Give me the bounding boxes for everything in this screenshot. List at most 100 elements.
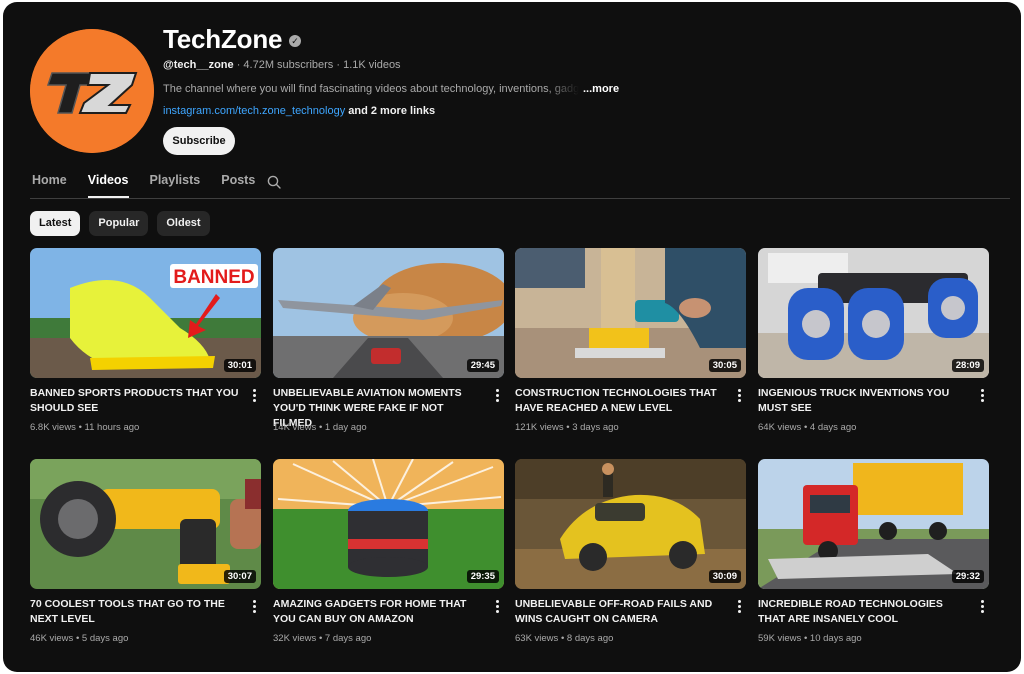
description-text: The channel where you will find fascinat… bbox=[163, 83, 579, 95]
stats-separator: • bbox=[316, 633, 325, 644]
stats-separator: • bbox=[801, 633, 810, 644]
tabs-divider bbox=[30, 198, 1010, 199]
more-vert-icon[interactable] bbox=[977, 599, 987, 613]
search-icon[interactable] bbox=[267, 175, 281, 189]
video-title[interactable]: 70 COOLEST TOOLS THAT GO TO THE NEXT LEV… bbox=[30, 597, 242, 627]
video-views: 121K views bbox=[515, 422, 564, 433]
video-views: 32K views bbox=[273, 633, 317, 644]
thumbnail-banned-text: BANNED bbox=[173, 267, 254, 288]
channel-links: instagram.com/tech.zone_technology and 2… bbox=[163, 105, 435, 117]
tab-videos[interactable]: Videos bbox=[87, 173, 129, 198]
video-duration: 29:35 bbox=[466, 570, 499, 583]
video-views: 14K views bbox=[273, 422, 317, 433]
more-link[interactable]: ...more bbox=[583, 83, 619, 95]
video-stats: 121K views • 3 days ago bbox=[515, 422, 619, 433]
channel-name: TechZone bbox=[163, 24, 283, 54]
subscribe-button[interactable]: Subscribe bbox=[163, 127, 235, 155]
chip-latest[interactable]: Latest bbox=[30, 211, 81, 236]
tab-posts[interactable]: Posts bbox=[221, 173, 255, 197]
video-thumbnail[interactable]: 30:09 bbox=[515, 459, 746, 589]
more-vert-icon[interactable] bbox=[492, 388, 502, 402]
video-duration: 30:01 bbox=[223, 359, 256, 372]
video-title[interactable]: UNBELIEVABLE OFF-ROAD FAILS AND WINS CAU… bbox=[515, 597, 727, 627]
video-card[interactable]: 29:32 INCREDIBLE ROAD TECHNOLOGIES THAT … bbox=[758, 459, 989, 654]
video-duration: 29:45 bbox=[466, 359, 499, 372]
video-duration: 29:32 bbox=[951, 570, 984, 583]
video-thumbnail[interactable]: 28:09 bbox=[758, 248, 989, 378]
video-views: 6.8K views bbox=[30, 422, 76, 433]
video-duration: 30:05 bbox=[708, 359, 741, 372]
stats-separator: • bbox=[316, 422, 325, 433]
more-vert-icon[interactable] bbox=[734, 388, 744, 402]
video-stats: 46K views • 5 days ago bbox=[30, 633, 128, 644]
more-vert-icon[interactable] bbox=[734, 599, 744, 613]
video-age: 5 days ago bbox=[81, 633, 129, 644]
video-views: 46K views bbox=[30, 633, 74, 644]
video-stats: 32K views • 7 days ago bbox=[273, 633, 371, 644]
video-thumbnail[interactable]: 29:35 bbox=[273, 459, 504, 589]
verified-icon: ✓ bbox=[289, 35, 301, 47]
video-thumbnail[interactable]: BANNED 30:01 bbox=[30, 248, 261, 378]
stats-separator: • bbox=[801, 422, 810, 433]
video-stats: 6.8K views • 11 hours ago bbox=[30, 422, 139, 433]
video-stats: 59K views • 10 days ago bbox=[758, 633, 862, 644]
video-thumbnail[interactable]: 30:07 bbox=[30, 459, 261, 589]
more-links-link[interactable]: and 2 more links bbox=[345, 105, 435, 117]
chip-oldest[interactable]: Oldest bbox=[157, 211, 210, 236]
stats-separator: • bbox=[563, 422, 573, 433]
video-age: 10 days ago bbox=[809, 633, 862, 644]
video-card[interactable]: 29:35 AMAZING GADGETS FOR HOME THAT YOU … bbox=[273, 459, 504, 654]
video-age: 4 days ago bbox=[809, 422, 857, 433]
more-vert-icon[interactable] bbox=[492, 599, 502, 613]
video-thumbnail[interactable]: 30:05 bbox=[515, 248, 746, 378]
instagram-link[interactable]: instagram.com/tech.zone_technology bbox=[163, 105, 345, 117]
video-age: 8 days ago bbox=[566, 633, 614, 644]
video-duration: 30:07 bbox=[223, 570, 256, 583]
channel-avatar[interactable] bbox=[30, 29, 154, 153]
stats-separator: • bbox=[558, 633, 567, 644]
video-age: 1 day ago bbox=[324, 422, 367, 433]
video-card[interactable]: 30:07 70 COOLEST TOOLS THAT GO TO THE NE… bbox=[30, 459, 261, 654]
subscriber-count: 4.72M subscribers bbox=[243, 59, 334, 71]
meta-separator: · bbox=[233, 59, 244, 71]
video-age: 3 days ago bbox=[572, 422, 619, 433]
stats-separator: • bbox=[73, 633, 82, 644]
youtube-channel-page: TechZone ✓ @tech__zone · 4.72M subscribe… bbox=[3, 2, 1021, 672]
stats-separator: • bbox=[75, 422, 85, 433]
video-card[interactable]: 30:09 UNBELIEVABLE OFF-ROAD FAILS AND WI… bbox=[515, 459, 746, 654]
video-title[interactable]: INGENIOUS TRUCK INVENTIONS YOU MUST SEE bbox=[758, 386, 970, 416]
video-age: 7 days ago bbox=[324, 633, 372, 644]
video-views: 59K views bbox=[758, 633, 802, 644]
tab-home[interactable]: Home bbox=[32, 173, 67, 197]
video-card[interactable]: 28:09 INGENIOUS TRUCK INVENTIONS YOU MUS… bbox=[758, 248, 989, 443]
video-count: 1.1K videos bbox=[343, 59, 401, 71]
more-vert-icon[interactable] bbox=[977, 388, 987, 402]
channel-handle: @tech__zone bbox=[163, 59, 234, 71]
meta-separator: · bbox=[333, 59, 344, 71]
video-title[interactable]: INCREDIBLE ROAD TECHNOLOGIES THAT ARE IN… bbox=[758, 597, 970, 627]
video-thumbnail[interactable]: 29:45 bbox=[273, 248, 504, 378]
tab-playlists[interactable]: Playlists bbox=[150, 173, 201, 197]
techzone-logo bbox=[30, 29, 154, 153]
video-stats: 64K views • 4 days ago bbox=[758, 422, 856, 433]
video-title[interactable]: BANNED SPORTS PRODUCTS THAT YOU SHOULD S… bbox=[30, 386, 242, 416]
video-card[interactable]: 29:45 UNBELIEVABLE AVIATION MOMENTS YOU'… bbox=[273, 248, 504, 443]
more-vert-icon[interactable] bbox=[249, 388, 259, 402]
video-duration: 30:09 bbox=[708, 570, 741, 583]
more-vert-icon[interactable] bbox=[249, 599, 259, 613]
video-duration: 28:09 bbox=[951, 359, 984, 372]
video-stats: 14K views • 1 day ago bbox=[273, 422, 367, 433]
video-title[interactable]: CONSTRUCTION TECHNOLOGIES THAT HAVE REAC… bbox=[515, 386, 727, 416]
video-stats: 63K views • 8 days ago bbox=[515, 633, 613, 644]
video-card[interactable]: BANNED 30:01 BANNED SPORTS PRODUCTS THAT… bbox=[30, 248, 261, 443]
video-card[interactable]: 30:05 CONSTRUCTION TECHNOLOGIES THAT HAV… bbox=[515, 248, 746, 443]
video-thumbnail[interactable]: 29:32 bbox=[758, 459, 989, 589]
video-views: 63K views bbox=[515, 633, 559, 644]
channel-meta: @tech__zone · 4.72M subscribers · 1.1K v… bbox=[163, 59, 401, 71]
chip-popular[interactable]: Popular bbox=[89, 211, 149, 236]
video-age: 11 hours ago bbox=[84, 422, 140, 433]
channel-description[interactable]: The channel where you will find fascinat… bbox=[163, 83, 619, 95]
video-views: 64K views bbox=[758, 422, 802, 433]
video-title[interactable]: AMAZING GADGETS FOR HOME THAT YOU CAN BU… bbox=[273, 597, 485, 627]
channel-tabs: Home Videos Playlists Posts bbox=[32, 173, 276, 198]
